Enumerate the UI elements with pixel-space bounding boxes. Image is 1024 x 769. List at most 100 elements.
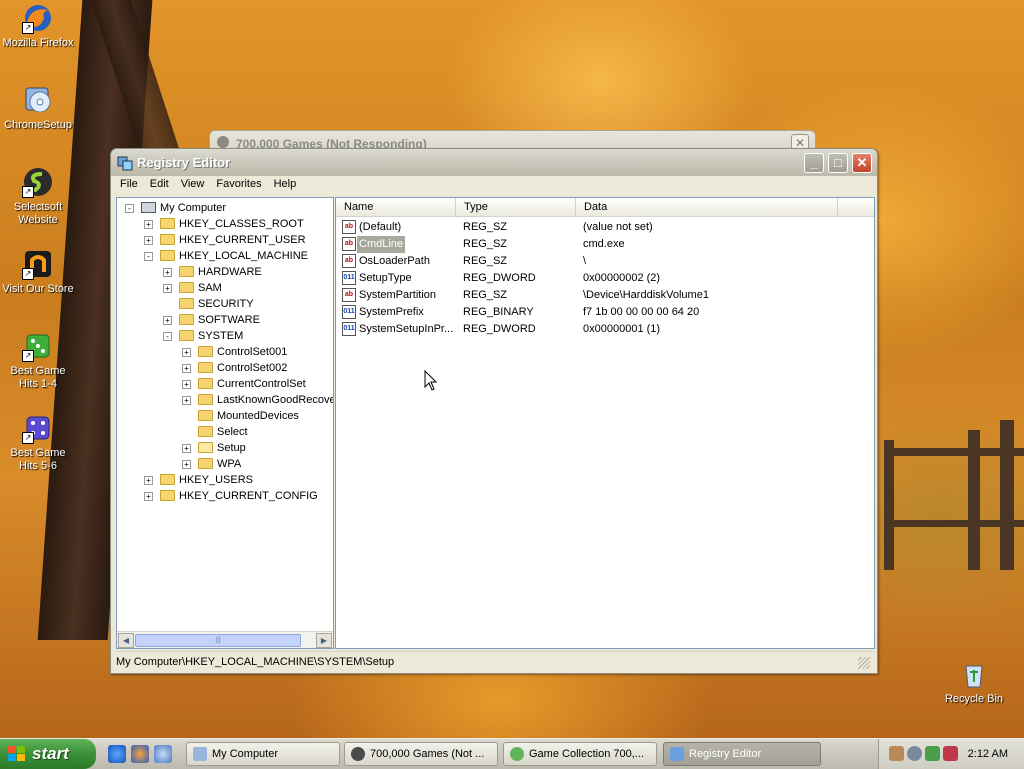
desktop-icon-selectsoft[interactable]: ↗ Selectsoft Website [0, 166, 76, 227]
value-row[interactable]: ab OsLoaderPath REG_SZ \ [336, 253, 874, 270]
taskbar-item-label: Registry Editor [689, 748, 762, 760]
tree-item-controlset001[interactable]: + ControlSet001 [117, 344, 333, 360]
expand-icon[interactable]: + [163, 316, 172, 325]
expand-icon[interactable]: + [182, 460, 191, 469]
scrollbar-thumb[interactable]: ||| [135, 634, 301, 647]
internet-explorer-icon[interactable] [108, 745, 126, 763]
tree-item-hku[interactable]: + HKEY_USERS [117, 472, 333, 488]
value-row[interactable]: ab (Default) REG_SZ (value not set) [336, 219, 874, 236]
minimize-button[interactable]: _ [804, 153, 824, 173]
collapse-icon[interactable]: - [125, 204, 134, 213]
taskbar-item-my-computer[interactable]: My Computer [186, 742, 340, 766]
binary-value-icon: 011 [342, 271, 356, 285]
tree-item-hkcr[interactable]: + HKEY_CLASSES_ROOT [117, 216, 333, 232]
taskbar-item-games[interactable]: 700,000 Games (Not ... [344, 742, 498, 766]
expand-icon[interactable]: + [163, 284, 172, 293]
tree-item-wpa[interactable]: + WPA [117, 456, 333, 472]
menu-file[interactable]: File [114, 176, 144, 190]
tree-item-sam[interactable]: + SAM [117, 280, 333, 296]
firefox-icon[interactable] [131, 745, 149, 763]
desktop-icon-firefox[interactable]: ↗ Mozilla Firefox [0, 2, 76, 50]
tree-item-controlset002[interactable]: + ControlSet002 [117, 360, 333, 376]
value-row[interactable]: ab SystemPartition REG_SZ \Device\Harddi… [336, 287, 874, 304]
tree-item-security[interactable]: SECURITY [117, 296, 333, 312]
taskbar-item-registry-editor[interactable]: Registry Editor [663, 742, 821, 766]
binary-value-icon: 011 [342, 305, 356, 319]
security-shield-icon[interactable] [943, 746, 958, 761]
value-data: f7 1b 00 00 00 00 64 20 [583, 306, 700, 318]
tree-item-software[interactable]: + SOFTWARE [117, 312, 333, 328]
resize-grip-icon[interactable] [858, 657, 870, 669]
close-button[interactable]: ✕ [852, 153, 872, 173]
folder-icon [160, 218, 175, 229]
column-header-name[interactable]: Name [336, 198, 456, 216]
tree-item-my-computer[interactable]: - My Computer [117, 200, 333, 216]
value-row[interactable]: 011 SetupType REG_DWORD 0x00000002 (2) [336, 270, 874, 287]
expand-icon[interactable]: + [182, 396, 191, 405]
tree-item-label: ControlSet001 [217, 346, 288, 358]
value-type: REG_SZ [463, 221, 508, 233]
value-row-selected[interactable]: ab CmdLine REG_SZ cmd.exe [336, 236, 874, 253]
tree-item-currentcontrolset[interactable]: + CurrentControlSet [117, 376, 333, 392]
column-header-type[interactable]: Type [456, 198, 576, 216]
folder-icon [198, 410, 213, 421]
value-name: (Default) [359, 221, 402, 233]
desktop-icon-recycle-bin[interactable]: Recycle Bin [936, 658, 1012, 706]
desktop-icon-game-hits-1-4[interactable]: ↗ Best Game Hits 1-4 [0, 330, 76, 391]
column-header-data[interactable]: Data [576, 198, 838, 216]
tree-item-label: MountedDevices [217, 410, 299, 422]
fence-rail [884, 448, 1024, 456]
expand-icon[interactable]: + [182, 444, 191, 453]
collapse-icon[interactable]: - [163, 332, 172, 341]
expand-icon[interactable]: + [163, 268, 172, 277]
tree-item-hkcc[interactable]: + HKEY_CURRENT_CONFIG [117, 488, 333, 504]
desktop-icon-store[interactable]: ↗ Visit Our Store [0, 248, 76, 296]
network-icon[interactable] [925, 746, 940, 761]
value-name: SystemPartition [359, 289, 437, 301]
expand-icon[interactable]: + [144, 492, 153, 501]
expand-icon[interactable]: + [182, 364, 191, 373]
menu-view[interactable]: View [175, 176, 211, 190]
desktop-icon-chromesetup[interactable]: ChromeSetup [0, 84, 76, 132]
tree-item-hardware[interactable]: + HARDWARE [117, 264, 333, 280]
registry-editor-icon [670, 747, 684, 761]
maximize-button[interactable]: □ [828, 153, 848, 173]
desktop-icon-game-hits-5-6[interactable]: ↗ Best Game Hits 5-6 [0, 412, 76, 473]
tree-item-system[interactable]: - SYSTEM [117, 328, 333, 344]
volume-icon[interactable] [907, 746, 922, 761]
tree-item-label: HKEY_CLASSES_ROOT [179, 218, 304, 230]
expand-icon[interactable]: + [144, 236, 153, 245]
value-row[interactable]: 011 SystemPrefix REG_BINARY f7 1b 00 00 … [336, 304, 874, 321]
windows-logo-icon [8, 746, 25, 761]
tray-app-icon[interactable] [889, 746, 904, 761]
clock[interactable]: 2:12 AM [968, 739, 1008, 769]
system-tray: 2:12 AM [878, 739, 1024, 769]
tree-item-label: HKEY_LOCAL_MACHINE [179, 250, 308, 262]
tree-item-hklm[interactable]: - HKEY_LOCAL_MACHINE [117, 248, 333, 264]
menu-favorites[interactable]: Favorites [210, 176, 267, 190]
value-row[interactable]: 011 SystemSetupInPr... REG_DWORD 0x00000… [336, 321, 874, 338]
expand-icon[interactable]: + [144, 220, 153, 229]
tree-item-mounteddevices[interactable]: MountedDevices [117, 408, 333, 424]
show-desktop-icon[interactable] [154, 745, 172, 763]
tree-item-select[interactable]: Select [117, 424, 333, 440]
value-data: 0x00000001 (1) [583, 323, 661, 335]
menu-help[interactable]: Help [268, 176, 303, 190]
collapse-icon[interactable]: - [144, 252, 153, 261]
value-name: OsLoaderPath [359, 255, 430, 267]
menu-edit[interactable]: Edit [144, 176, 175, 190]
expand-icon[interactable]: + [144, 476, 153, 485]
title-bar[interactable]: Registry Editor _ □ ✕ [111, 149, 877, 176]
expand-icon[interactable]: + [182, 380, 191, 389]
horizontal-scrollbar[interactable]: ◀ ||| ▶ [117, 631, 333, 648]
key-tree-pane[interactable]: - My Computer + HKEY_CLASSES_ROOT + HKEY… [116, 197, 334, 649]
scroll-left-arrow-icon[interactable]: ◀ [118, 633, 134, 648]
taskbar-item-game-collection[interactable]: Game Collection 700,... [503, 742, 657, 766]
tree-item-setup[interactable]: + Setup [117, 440, 333, 456]
scroll-right-arrow-icon[interactable]: ▶ [316, 633, 332, 648]
tree-item-lastknowngood[interactable]: + LastKnownGoodRecove [117, 392, 333, 408]
values-list-pane[interactable]: Name Type Data ab (Default) REG_SZ (valu… [335, 197, 875, 649]
expand-icon[interactable]: + [182, 348, 191, 357]
tree-item-hkcu[interactable]: + HKEY_CURRENT_USER [117, 232, 333, 248]
start-button[interactable]: start [0, 739, 96, 769]
